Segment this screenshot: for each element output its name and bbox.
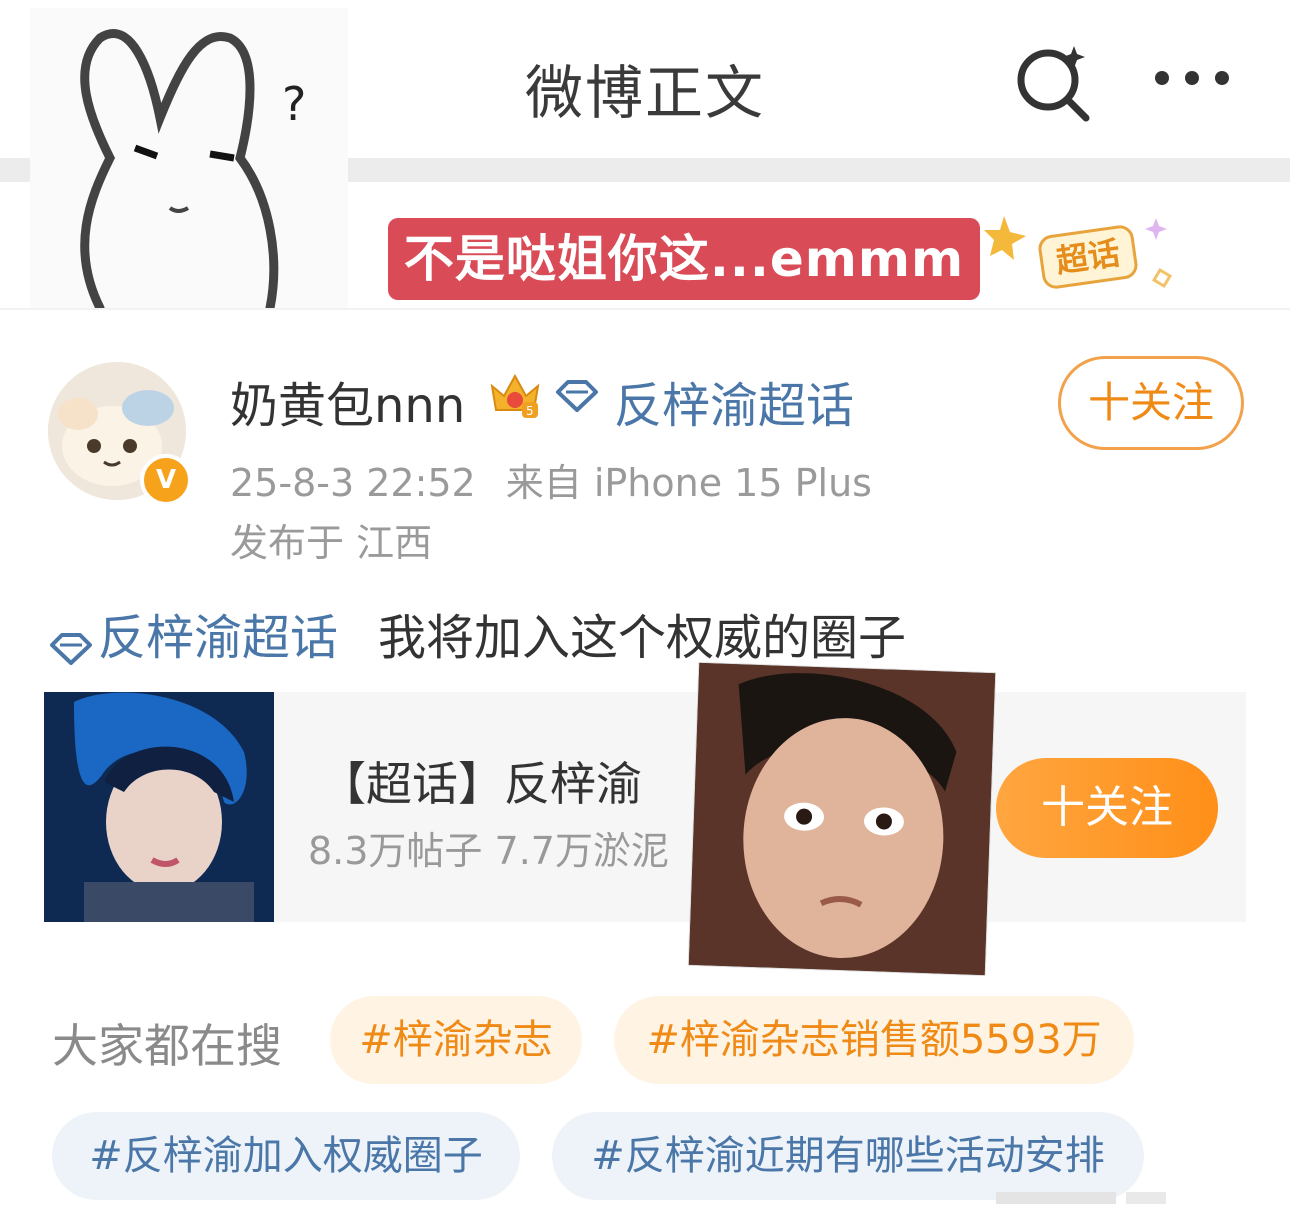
search-icon[interactable]: [1012, 40, 1094, 122]
post-time: 25-8-3 22:52: [230, 461, 476, 505]
bunny-sketch-sticker: ?: [30, 8, 348, 313]
supertopic-title: 【超话】反梓渝: [320, 757, 642, 811]
author-name[interactable]: 奶黄包nnn: [230, 366, 465, 436]
follow-supertopic-button[interactable]: 十关注: [996, 758, 1218, 858]
crown-level-icon: 5: [488, 370, 542, 420]
more-options-icon[interactable]: [1150, 58, 1234, 98]
watermark-icon: [996, 1188, 1176, 1208]
post-meta: 25-8-3 22:52 来自 iPhone 15 Plus: [230, 452, 872, 507]
meme-caption-banner: 不是哒姐你这...emmm: [388, 218, 980, 300]
supertopic-cover-image: [44, 692, 274, 922]
trending-tag[interactable]: #反梓渝近期有哪些活动安排: [552, 1112, 1144, 1200]
diamond-icon: [48, 623, 94, 665]
post-text: 我将加入这个权威的圈子: [378, 610, 907, 666]
post-location: 发布于 江西: [230, 521, 433, 565]
trending-tag[interactable]: #梓渝杂志: [330, 996, 582, 1084]
trending-tag[interactable]: #梓渝杂志销售额5593万: [614, 996, 1134, 1084]
trending-tag[interactable]: #反梓渝加入权威圈子: [52, 1112, 520, 1200]
divider-line: [0, 308, 1290, 310]
bunny-question-mark: ?: [282, 77, 306, 131]
supertopic-stats: 8.3万帖子 7.7万淤泥: [308, 829, 669, 873]
reaction-face-image: [688, 662, 996, 976]
post-supertopic-link[interactable]: 反梓渝超话: [98, 610, 338, 666]
post-source: 来自 iPhone 15 Plus: [505, 461, 872, 505]
verified-badge: V: [140, 454, 192, 506]
diamond-icon: [554, 378, 600, 414]
post-body: 反梓渝超话 我将加入这个权威的圈子: [48, 598, 906, 666]
follow-author-button[interactable]: 十关注: [1058, 356, 1244, 450]
author-supertopic-link[interactable]: 反梓渝超话: [614, 366, 854, 436]
trending-label: 大家都在搜: [52, 1019, 282, 1073]
svg-text:5: 5: [526, 404, 534, 418]
